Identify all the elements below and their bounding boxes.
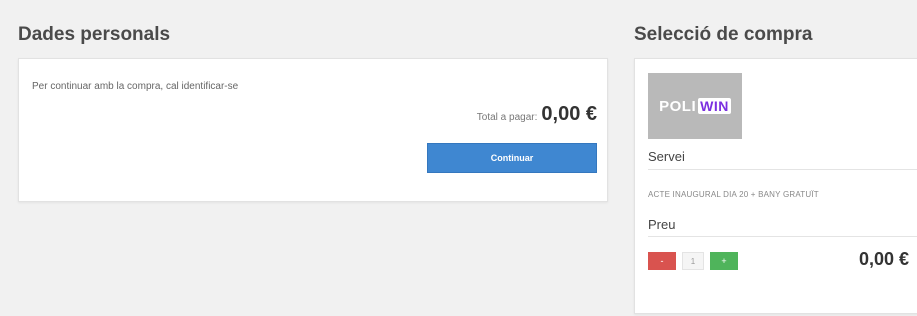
divider <box>648 169 917 170</box>
personal-data-section: Dades personals Per continuar amb la com… <box>18 22 608 202</box>
purchase-selection-title: Selecció de compra <box>634 24 813 45</box>
continue-button[interactable]: Continuar <box>427 143 597 173</box>
poliwin-logo: POLI WIN <box>648 73 742 139</box>
personal-data-title: Dades personals <box>18 24 171 45</box>
personal-data-panel: Per continuar amb la compra, cal identif… <box>18 58 608 202</box>
total-value: 0,00 € <box>541 103 597 125</box>
service-label: Servei <box>648 149 685 164</box>
total-label: Total a pagar: <box>476 112 538 123</box>
total-to-pay: Total a pagar: 0,00 € <box>477 103 597 126</box>
quantity-stepper: - + <box>648 252 738 270</box>
purchase-panel: POLI WIN Servei ACTE INAUGURAL DIA 20 + … <box>634 58 917 314</box>
logo-text: POLI WIN <box>659 98 731 115</box>
event-name: ACTE INAUGURAL DIA 20 + BANY GRATUÏT <box>648 190 819 199</box>
decrease-quantity-button[interactable]: - <box>648 252 676 270</box>
divider <box>648 236 917 237</box>
price-label: Preu <box>648 217 676 232</box>
purchase-selection-section: Selecció de compra POLI WIN Servei ACTE … <box>634 22 917 314</box>
identify-message: Per continuar amb la compra, cal identif… <box>32 81 239 92</box>
price-value: 0,00 € <box>858 249 909 269</box>
logo-text-secondary: WIN <box>698 98 731 114</box>
quantity-input[interactable] <box>682 252 704 270</box>
increase-quantity-button[interactable]: + <box>710 252 738 270</box>
logo-text-primary: POLI <box>659 97 697 115</box>
